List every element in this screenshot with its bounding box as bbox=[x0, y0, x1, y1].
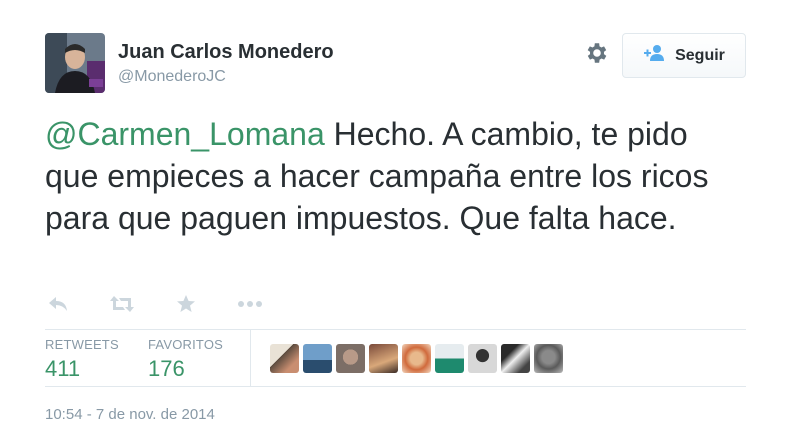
favorites-label: FAVORITOS bbox=[148, 337, 224, 352]
favoriters-avatars bbox=[270, 344, 563, 373]
favoriter-avatar[interactable] bbox=[336, 344, 365, 373]
follow-button[interactable]: Seguir bbox=[622, 33, 746, 78]
follow-button-label: Seguir bbox=[675, 46, 725, 64]
favoriter-avatar[interactable] bbox=[270, 344, 299, 373]
divider bbox=[45, 386, 746, 387]
tweet-timestamp[interactable]: 10:54 - 7 de nov. de 2014 bbox=[45, 406, 215, 423]
more-dots-icon[interactable] bbox=[237, 291, 263, 317]
user-display-name[interactable]: Juan Carlos Monedero bbox=[118, 41, 334, 64]
retweets-label: RETWEETS bbox=[45, 337, 119, 352]
divider bbox=[45, 329, 746, 330]
favoriter-avatar[interactable] bbox=[534, 344, 563, 373]
favorite-star-icon[interactable] bbox=[173, 291, 199, 317]
favoriter-avatar[interactable] bbox=[402, 344, 431, 373]
tweet-actions bbox=[45, 291, 301, 317]
favoriter-avatar[interactable] bbox=[435, 344, 464, 373]
tweet-mention-link[interactable]: @Carmen_Lomana bbox=[45, 116, 325, 152]
follow-person-icon bbox=[643, 44, 667, 67]
favoriter-avatar[interactable] bbox=[501, 344, 530, 373]
gear-icon[interactable] bbox=[584, 40, 610, 66]
retweets-stat[interactable]: RETWEETS 411 bbox=[45, 337, 119, 382]
retweet-icon[interactable] bbox=[109, 291, 135, 317]
tweet-text: @Carmen_Lomana Hecho. A cambio, te pido … bbox=[45, 113, 745, 239]
favorites-stat[interactable]: FAVORITOS 176 bbox=[148, 337, 223, 382]
user-handle[interactable]: @MonederoJC bbox=[118, 68, 226, 86]
stats-separator bbox=[250, 330, 251, 386]
favorites-count: 176 bbox=[148, 356, 185, 381]
avatar[interactable] bbox=[45, 33, 105, 93]
favoriter-avatar[interactable] bbox=[303, 344, 332, 373]
favoriter-avatar[interactable] bbox=[369, 344, 398, 373]
reply-icon[interactable] bbox=[45, 291, 71, 317]
favoriter-avatar[interactable] bbox=[468, 344, 497, 373]
retweets-count: 411 bbox=[45, 356, 81, 381]
